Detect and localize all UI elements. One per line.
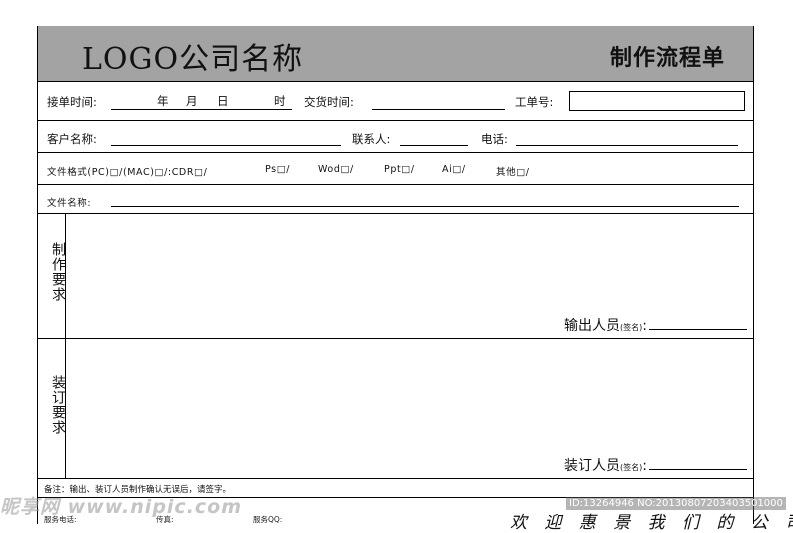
image-id-watermark: ID:13264946 NO:20130807203403501000 [566, 497, 786, 510]
ai-option[interactable]: Ai□/ [442, 164, 466, 175]
output-staff-label: 输出人员 [564, 318, 621, 334]
cursive-slogan: 欢 迎 惠 景 我 们 的 公 司 [510, 513, 793, 533]
binding-staff-colon: : [642, 458, 647, 474]
service-qq-label: 服务QQ: [253, 515, 283, 524]
phone-field[interactable] [516, 145, 738, 146]
output-staff-colon: : [642, 318, 647, 334]
month-label: 月 [186, 94, 198, 108]
binding-requirements-section: 装订要求 装订人员(签名): [38, 339, 753, 479]
ps-option[interactable]: Ps□/ [265, 164, 290, 175]
file-name-field[interactable] [111, 206, 739, 207]
binding-requirements-label-cell: 装订要求 [38, 339, 66, 478]
customer-field[interactable] [111, 145, 341, 146]
production-requirements-section: 制作要求 输出人员(签名): [38, 214, 753, 339]
company-logo-title: LOGO公司名称 [82, 42, 304, 77]
file-name-row: 文件名称: [38, 185, 753, 214]
production-requirements-label-cell: 制作要求 [38, 214, 66, 338]
delivery-time-label: 交货时间: [304, 95, 354, 109]
file-name-label: 文件名称: [47, 198, 92, 209]
production-requirements-area[interactable] [66, 214, 726, 314]
output-staff-signature: 输出人员(签名): [564, 315, 747, 335]
receive-time-label: 接单时间: [47, 95, 97, 109]
binding-staff-hint: (签名) [620, 463, 643, 472]
hour-label: 时 [274, 94, 286, 108]
ppt-option[interactable]: Ppt□/ [384, 164, 415, 175]
day-label: 日 [217, 94, 229, 108]
production-flow-form: LOGO公司名称 制作流程单 接单时间: 年 月 日 时 交货时间: 工单号: … [37, 26, 754, 524]
phone-label: 电话: [481, 132, 508, 146]
receive-time-field[interactable] [111, 109, 292, 110]
other-option[interactable]: 其他□/ [496, 164, 530, 178]
form-title: 制作流程单 [609, 46, 725, 71]
site-watermark: 昵享网 www.nipic.com [0, 496, 243, 518]
binding-staff-signature: 装订人员(签名): [564, 455, 747, 475]
customer-label: 客户名称: [47, 132, 97, 146]
file-format-row: 文件格式(PC)□/(MAC)□/:CDR□/ Ps□/ Wod□/ Ppt□/… [38, 153, 753, 185]
order-time-row: 接单时间: 年 月 日 时 交货时间: 工单号: [38, 82, 753, 121]
customer-row: 客户名称: 联系人: 电话: [38, 121, 753, 153]
binding-requirements-area[interactable] [66, 339, 726, 454]
work-order-input[interactable] [569, 91, 745, 111]
contact-label: 联系人: [352, 132, 391, 146]
output-staff-hint: (签名) [620, 323, 643, 332]
form-header: LOGO公司名称 制作流程单 [38, 26, 753, 82]
output-staff-signature-line[interactable] [649, 319, 747, 330]
contact-field[interactable] [400, 145, 468, 146]
binding-staff-signature-line[interactable] [649, 459, 747, 470]
file-format-options[interactable]: 文件格式(PC)□/(MAC)□/:CDR□/ [47, 164, 207, 178]
delivery-time-field[interactable] [372, 109, 505, 110]
binding-staff-label: 装订人员 [564, 458, 621, 474]
production-requirements-label: 制作要求 [50, 242, 66, 302]
binding-requirements-label: 装订要求 [50, 375, 66, 435]
year-label: 年 [157, 94, 169, 108]
wod-option[interactable]: Wod□/ [318, 164, 354, 175]
work-order-label: 工单号: [515, 95, 554, 109]
